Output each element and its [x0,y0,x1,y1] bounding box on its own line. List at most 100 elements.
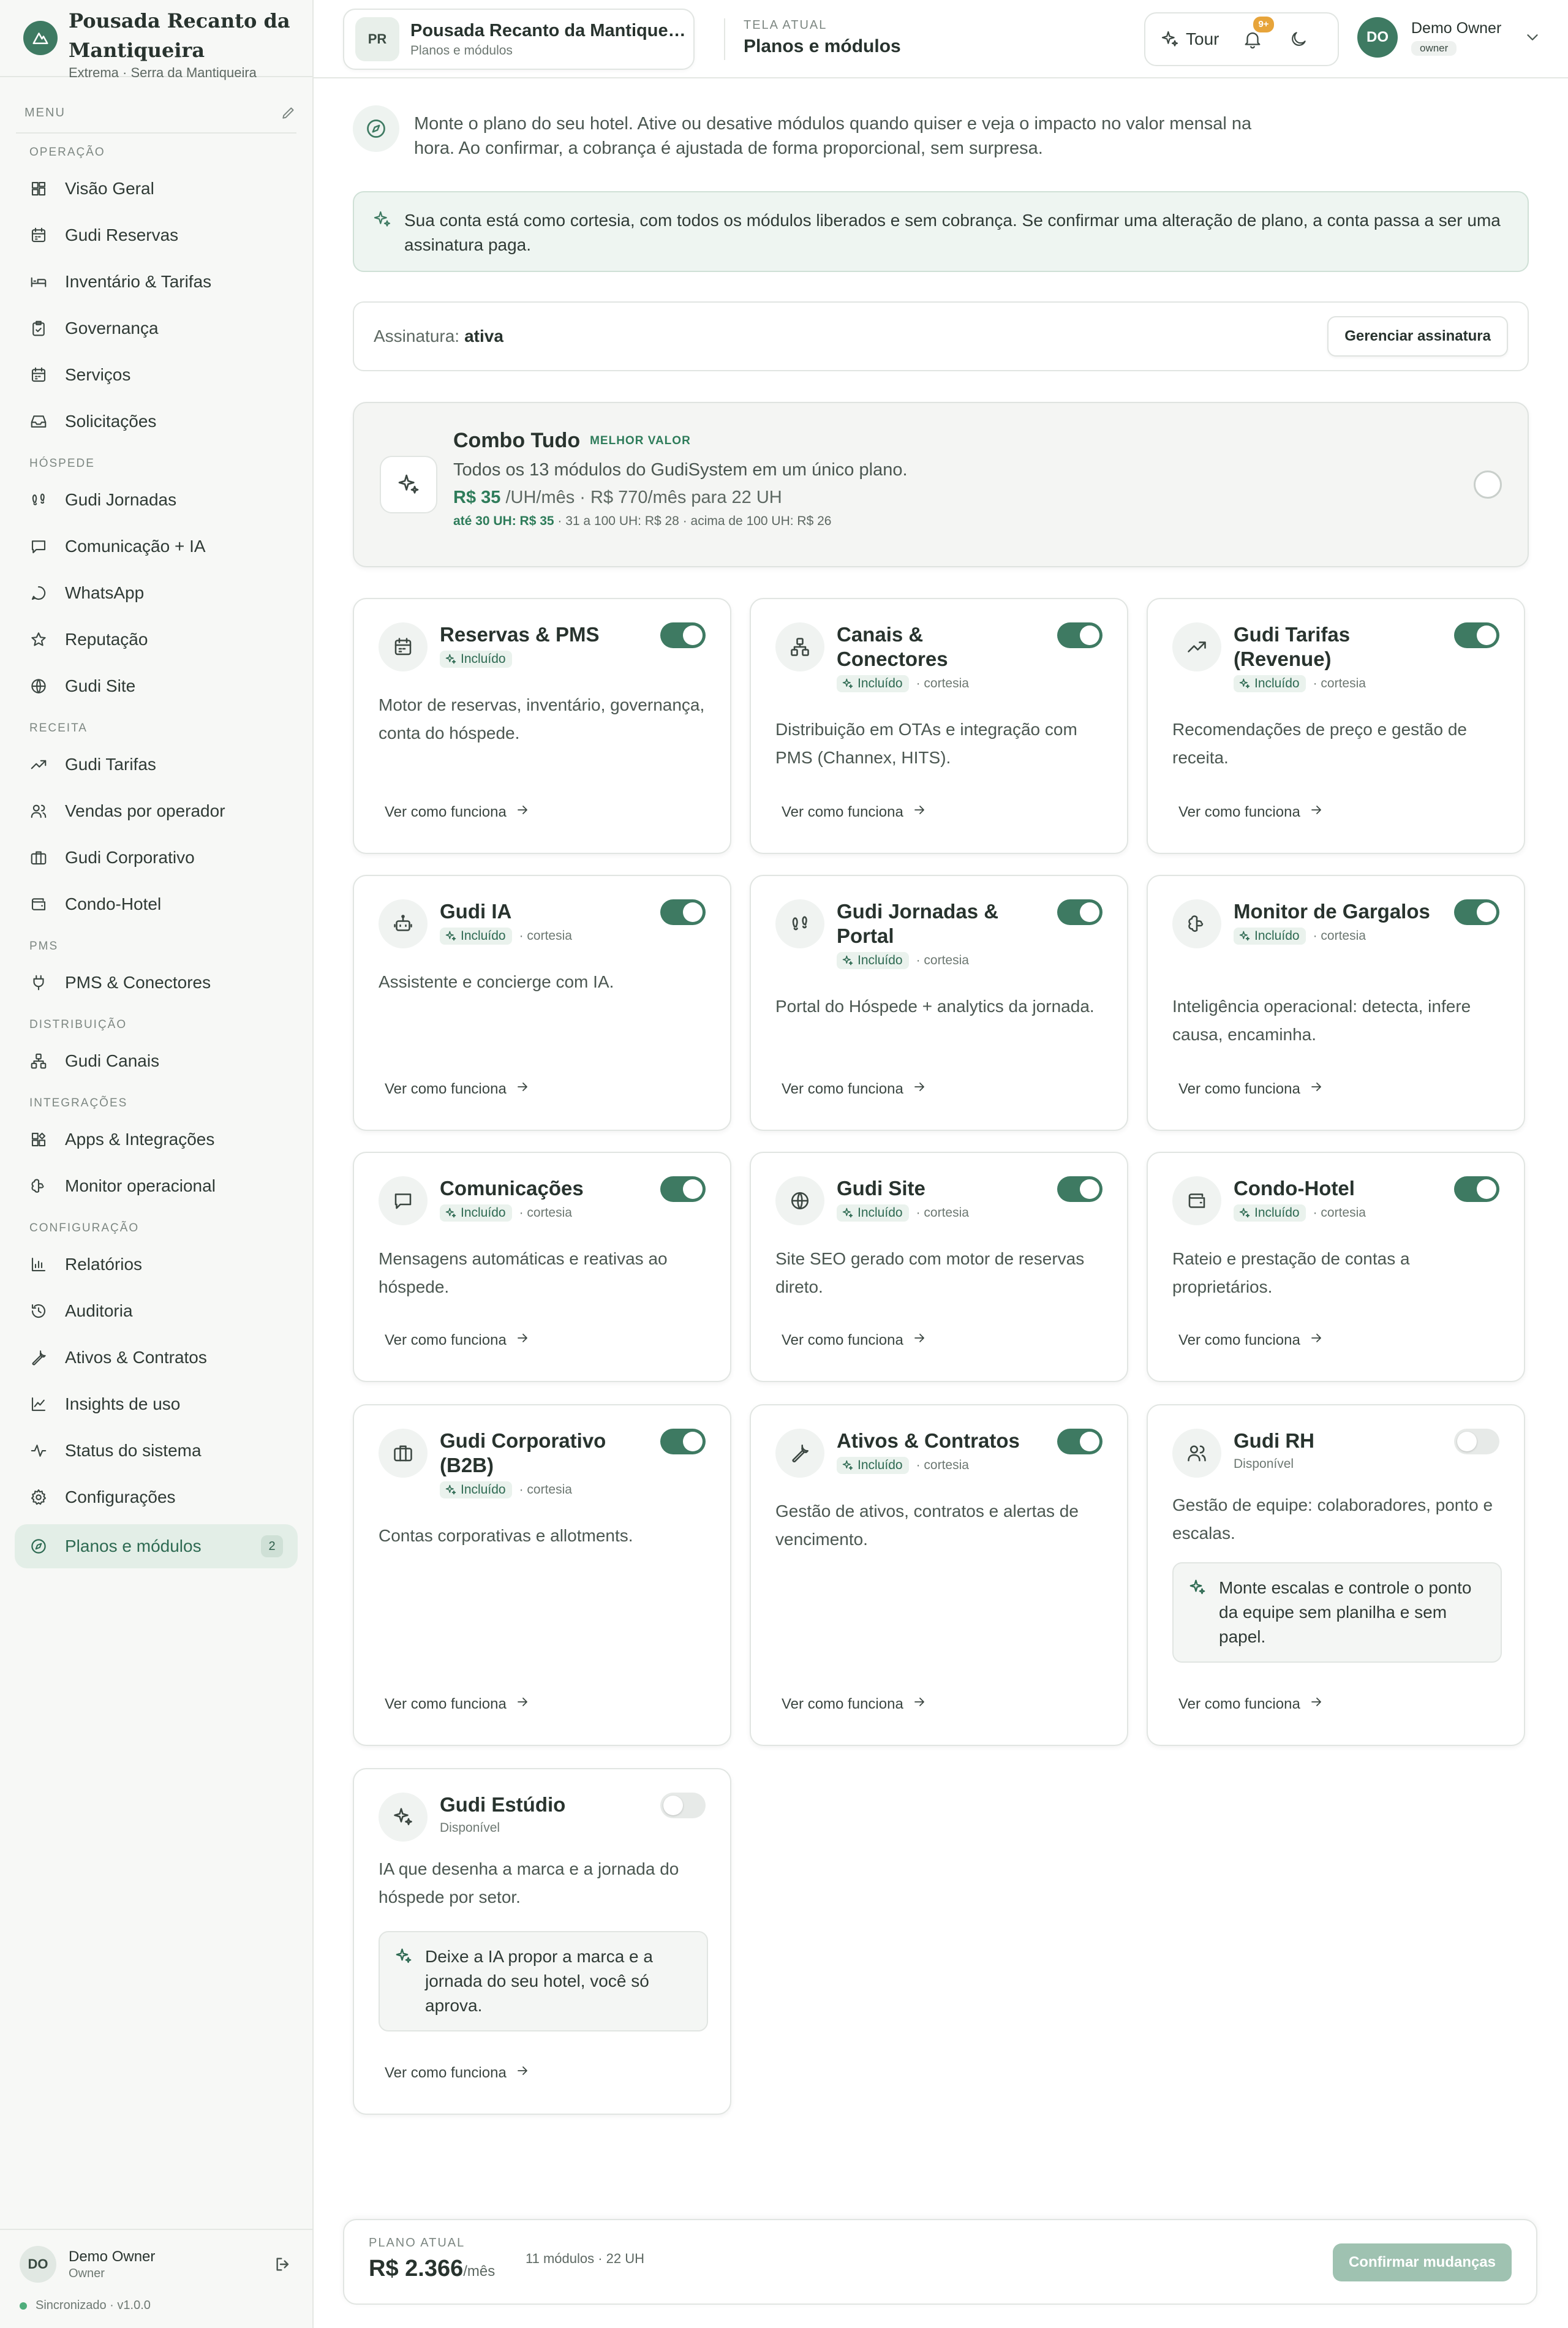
combo-description: Todos os 13 módulos do GudiSystem em um … [453,460,908,480]
module-toggle[interactable] [660,1793,706,1818]
sidebar-item-insights-de-uso[interactable]: Insights de uso [0,1381,312,1427]
combo-plan-card[interactable]: Combo Tudo MELHOR VALOR Todos os 13 módu… [353,402,1529,567]
included-badge: Incluído [837,1204,909,1222]
sidebar-user: DO Demo Owner Owner [20,2246,293,2283]
sidebar-item-gudi-corporativo[interactable]: Gudi Corporativo [0,834,312,881]
module-toggle[interactable] [1454,1429,1499,1454]
sidebar-item-auditoria[interactable]: Auditoria [0,1288,312,1334]
see-how-it-works-link[interactable]: Ver como funciona [385,1079,530,1098]
see-how-it-works-link[interactable]: Ver como funciona [782,1331,927,1350]
see-how-it-works-link[interactable]: Ver como funciona [1178,1695,1324,1714]
sidebar-item-apps-integracoes[interactable]: Apps & Integrações [0,1116,312,1163]
module-toggle[interactable] [660,1429,706,1454]
see-how-it-works-link[interactable]: Ver como funciona [1178,803,1324,822]
module-card-gudi-estudio: Gudi Estúdio Disponível IA que desenha a… [353,1768,731,2115]
see-how-it-works-link[interactable]: Ver como funciona [1178,1331,1324,1350]
module-toggle[interactable] [1454,899,1499,925]
globe-icon [29,677,48,695]
sidebar-item-inventario-tarifas[interactable]: Inventário & Tarifas [0,259,312,305]
pencil-icon[interactable] [281,105,296,121]
sidebar-item-status-do-sistema[interactable]: Status do sistema [0,1427,312,1474]
see-how-it-works-link[interactable]: Ver como funciona [385,1695,530,1714]
moon-icon[interactable] [1289,29,1308,49]
subscription-status: ativa [464,327,503,346]
trending-up-icon [1172,622,1221,671]
sidebar-item-servicos[interactable]: Serviços [0,352,312,398]
notifications-button[interactable]: 9+ [1242,17,1274,50]
sidebar-item-label: Ativos & Contratos [65,1348,207,1367]
included-badge: Incluído [440,1204,512,1222]
sidebar-item-whatsapp[interactable]: WhatsApp [0,570,312,616]
wrench-icon [775,1429,824,1478]
sidebar-item-gudi-canais[interactable]: Gudi Canais [0,1038,312,1084]
module-toggle[interactable] [1057,1429,1102,1454]
sync-status: Sincronizado · v1.0.0 [20,2299,293,2313]
see-how-it-works-link[interactable]: Ver como funciona [1178,1079,1324,1098]
module-name: Reservas & PMS [440,623,600,646]
combo-price-rest: /UH/mês · R$ 770/mês para 22 UH [500,488,782,507]
module-card-reservas-pms: Reservas & PMS Incluído Motor de reserva… [353,598,731,854]
sidebar-item-relatorios[interactable]: Relatórios [0,1241,312,1288]
brain-icon [29,1177,48,1195]
arrow-right-icon [507,1331,530,1350]
user-menu[interactable]: DO Demo Owner owner [1357,17,1542,58]
sidebar-item-gudi-site[interactable]: Gudi Site [0,663,312,709]
confirm-changes-button[interactable]: Confirmar mudanças [1333,2243,1512,2281]
see-how-it-works-link[interactable]: Ver como funciona [782,803,927,822]
module-toggle[interactable] [1454,622,1499,648]
plug-icon [29,973,48,992]
sidebar-item-monitor-operacional[interactable]: Monitor operacional [0,1163,312,1209]
module-toggle[interactable] [1454,1176,1499,1202]
combo-tiers: até 30 UH: R$ 35 · 31 a 100 UH: R$ 28 · … [453,514,908,529]
see-how-it-works-link[interactable]: Ver como funciona [385,803,530,822]
sidebar-item-label: PMS & Conectores [65,973,211,992]
sidebar-item-configuracoes[interactable]: Configurações [0,1474,312,1521]
tour-button[interactable]: Tour [1160,29,1219,49]
sidebar-item-gudi-jornadas[interactable]: Gudi Jornadas [0,477,312,523]
sidebar-item-label: Serviços [65,365,131,384]
sidebar-item-comunicacao-ia[interactable]: Comunicação + IA [0,523,312,570]
sidebar-item-planos-e-modulos[interactable]: Planos e módulos 2 [15,1524,298,1568]
sidebar-item-visao-geral[interactable]: Visão Geral [0,165,312,212]
property-switcher[interactable]: PR Pousada Recanto da Mantiqueira Planos… [343,9,695,70]
sidebar-item-ativos-contratos[interactable]: Ativos & Contratos [0,1334,312,1381]
module-description: Distribuição em OTAs e integração com PM… [775,720,1077,767]
sidebar-item-reputacao[interactable]: Reputação [0,616,312,663]
brand-name: Pousada Recanto da Mantiqueira [69,9,290,62]
module-toggle[interactable] [660,899,706,925]
module-toggle[interactable] [1057,622,1102,648]
brand[interactable]: Pousada Recanto da Mantiqueira Extrema ·… [0,0,312,80]
sidebar-item-gudi-tarifas[interactable]: Gudi Tarifas [0,741,312,788]
see-how-it-works-label: Ver como funciona [782,1695,903,1712]
see-how-it-works-link[interactable]: Ver como funciona [385,1331,530,1350]
sidebar-item-gudi-reservas[interactable]: Gudi Reservas [0,212,312,259]
brain-icon [1172,899,1221,948]
see-how-it-works-label: Ver como funciona [385,803,507,820]
sidebar-item-solicitacoes[interactable]: Solicitações [0,398,312,445]
module-toggle[interactable] [660,1176,706,1202]
included-label: Incluído [461,652,506,666]
arrow-right-icon [507,1079,530,1098]
module-toggle[interactable] [660,622,706,648]
see-how-it-works-label: Ver como funciona [782,1080,903,1097]
users-icon [29,802,48,820]
module-toggle[interactable] [1057,899,1102,925]
sidebar-user-role: Owner [69,2266,105,2280]
see-how-it-works-link[interactable]: Ver como funciona [782,1079,927,1098]
see-how-it-works-link[interactable]: Ver como funciona [782,1695,927,1714]
divider [16,132,296,134]
logout-icon[interactable] [273,2254,293,2274]
manage-subscription-button[interactable]: Gerenciar assinatura [1327,316,1508,357]
sidebar-item-label: Insights de uso [65,1394,181,1413]
module-toggle[interactable] [1057,1176,1102,1202]
sidebar-item-pms-conectores[interactable]: PMS & Conectores [0,959,312,1006]
sidebar-item-vendas-por-operador[interactable]: Vendas por operador [0,788,312,834]
see-how-it-works-link[interactable]: Ver como funciona [385,2063,530,2082]
sidebar-item-condo-hotel[interactable]: Condo-Hotel [0,881,312,928]
sidebar-item-governanca[interactable]: Governança [0,305,312,352]
combo-price: R$ 35 /UH/mês · R$ 770/mês para 22 UH [453,488,908,508]
activity-icon [29,1442,48,1460]
combo-radio[interactable] [1474,471,1502,499]
property-sub: Planos e módulos [410,43,513,58]
included-badge: Incluído [440,928,512,945]
